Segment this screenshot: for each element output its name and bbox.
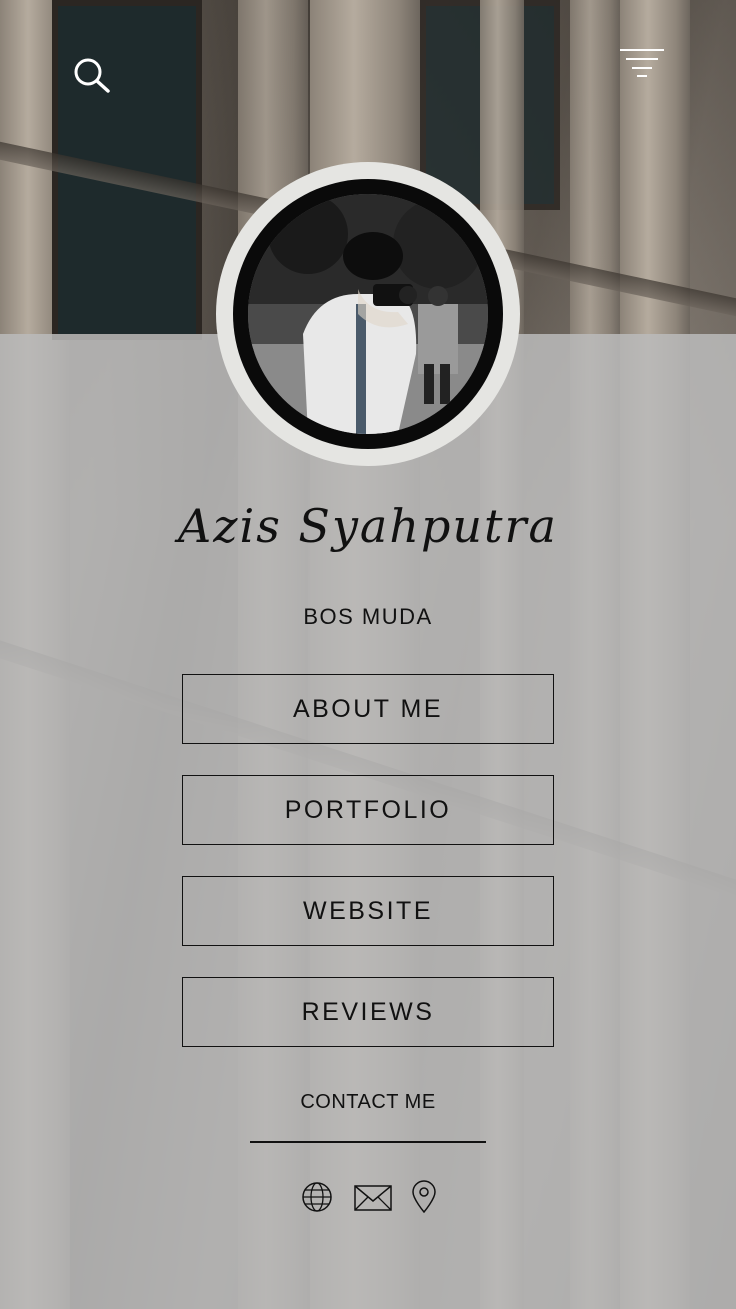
contact-heading: CONTACT ME [300, 1091, 436, 1113]
website-button[interactable]: WEBSITE [182, 876, 554, 946]
mail-icon[interactable] [353, 1180, 393, 1214]
search-icon[interactable] [72, 56, 112, 96]
avatar [248, 194, 488, 434]
contact-divider [250, 1141, 486, 1143]
reviews-button[interactable]: REVIEWS [182, 977, 554, 1047]
profile-name: Azis Syahputra [174, 499, 558, 553]
about-me-button[interactable]: ABOUT ME [182, 674, 554, 744]
portfolio-button[interactable]: PORTFOLIO [182, 775, 554, 845]
profile-tagline: BOS MUDA [303, 604, 433, 629]
menu-icon[interactable] [618, 44, 666, 80]
location-pin-icon[interactable] [409, 1180, 439, 1214]
svg-text:Azis Syahputra: Azis Syahputra [174, 499, 558, 553]
globe-icon[interactable] [299, 1180, 335, 1214]
avatar-photo [248, 194, 488, 434]
